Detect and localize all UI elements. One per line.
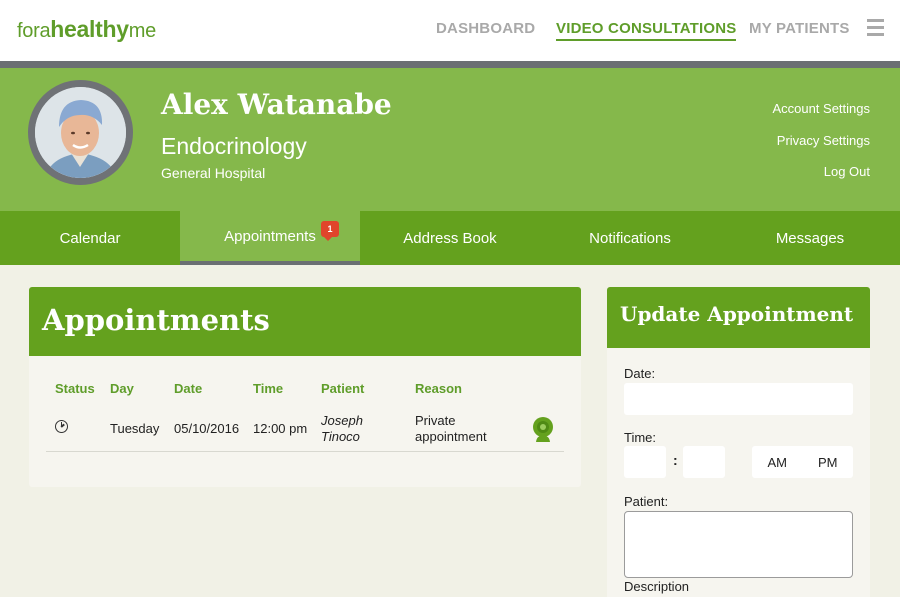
description-label: Description <box>624 579 690 594</box>
account-settings-link[interactable]: Account Settings <box>772 101 870 116</box>
cell-reason-line2: appointment <box>415 429 487 444</box>
date-label: Date: <box>624 366 656 381</box>
tab-appointments[interactable]: Appointments 1 <box>180 211 360 265</box>
nav-my-patients[interactable]: MY PATIENTS <box>749 20 850 37</box>
clock-icon <box>55 420 68 433</box>
section-tabs: Calendar Appointments 1 Address Book Not… <box>0 211 900 265</box>
header-divider <box>0 61 900 68</box>
tab-label: Notifications <box>589 229 671 247</box>
brand-logo[interactable]: forahealthyme <box>17 16 156 43</box>
tab-label: Messages <box>775 229 845 247</box>
update-appointment-panel: Update Appointment Date: Time: : AM PM P… <box>607 287 870 597</box>
doctor-hospital: General Hospital <box>161 165 266 181</box>
appointments-panel: Appointments Status Day Date Time Patien… <box>29 287 581 487</box>
am-option[interactable]: AM <box>752 446 803 478</box>
top-navigation-bar: forahealthyme DASHBOARD VIDEO CONSULTATI… <box>0 0 900 61</box>
time-label: Time: <box>624 430 657 445</box>
cell-reason-line1: Private <box>415 413 456 428</box>
column-header-patient: Patient <box>321 381 365 396</box>
column-header-reason: Reason <box>415 381 462 396</box>
doctor-profile-header: Alex Watanabe Endocrinology General Hosp… <box>0 68 900 211</box>
panel-title: Appointments <box>42 303 270 337</box>
notification-badge: 1 <box>321 221 339 241</box>
nav-dashboard[interactable]: DASHBOARD <box>436 20 535 37</box>
tab-label: Address Book <box>403 229 497 247</box>
column-header-day: Day <box>110 381 134 396</box>
cell-date: 05/10/2016 <box>174 421 240 436</box>
tab-notifications[interactable]: Notifications <box>540 211 720 265</box>
patient-field[interactable] <box>624 511 853 578</box>
doctor-photo <box>35 87 126 178</box>
date-field[interactable] <box>624 383 853 415</box>
tab-address-book[interactable]: Address Book <box>360 211 540 265</box>
hamburger-icon[interactable] <box>867 19 884 37</box>
column-header-time: Time <box>253 381 284 396</box>
doctor-name: Alex Watanabe <box>161 88 392 121</box>
pm-option[interactable]: PM <box>803 446 854 478</box>
tab-calendar[interactable]: Calendar <box>0 211 180 265</box>
privacy-settings-link[interactable]: Privacy Settings <box>777 133 870 148</box>
patient-label: Patient: <box>624 494 669 509</box>
column-header-date: Date <box>174 381 203 396</box>
tab-messages[interactable]: Messages <box>720 211 900 265</box>
minute-field[interactable] <box>683 446 725 478</box>
tab-label: Calendar <box>59 229 121 247</box>
webcam-icon[interactable] <box>532 416 554 442</box>
am-pm-toggle: AM PM <box>752 446 853 478</box>
tab-label: Appointments <box>224 227 316 245</box>
row-divider <box>46 451 564 452</box>
time-separator: : <box>673 452 678 468</box>
panel-title: Update Appointment <box>620 302 854 326</box>
nav-video-consultations[interactable]: VIDEO CONSULTATIONS <box>556 20 737 41</box>
avatar <box>28 80 133 185</box>
cell-patient-first[interactable]: Joseph <box>321 413 363 428</box>
cell-time: 12:00 pm <box>253 421 308 436</box>
log-out-link[interactable]: Log Out <box>824 164 870 179</box>
cell-patient-last[interactable]: Tinoco <box>321 429 360 444</box>
cell-day: Tuesday <box>110 421 160 436</box>
hour-field[interactable] <box>624 446 666 478</box>
column-header-status: Status <box>55 381 95 396</box>
doctor-specialty: Endocrinology <box>161 133 307 159</box>
